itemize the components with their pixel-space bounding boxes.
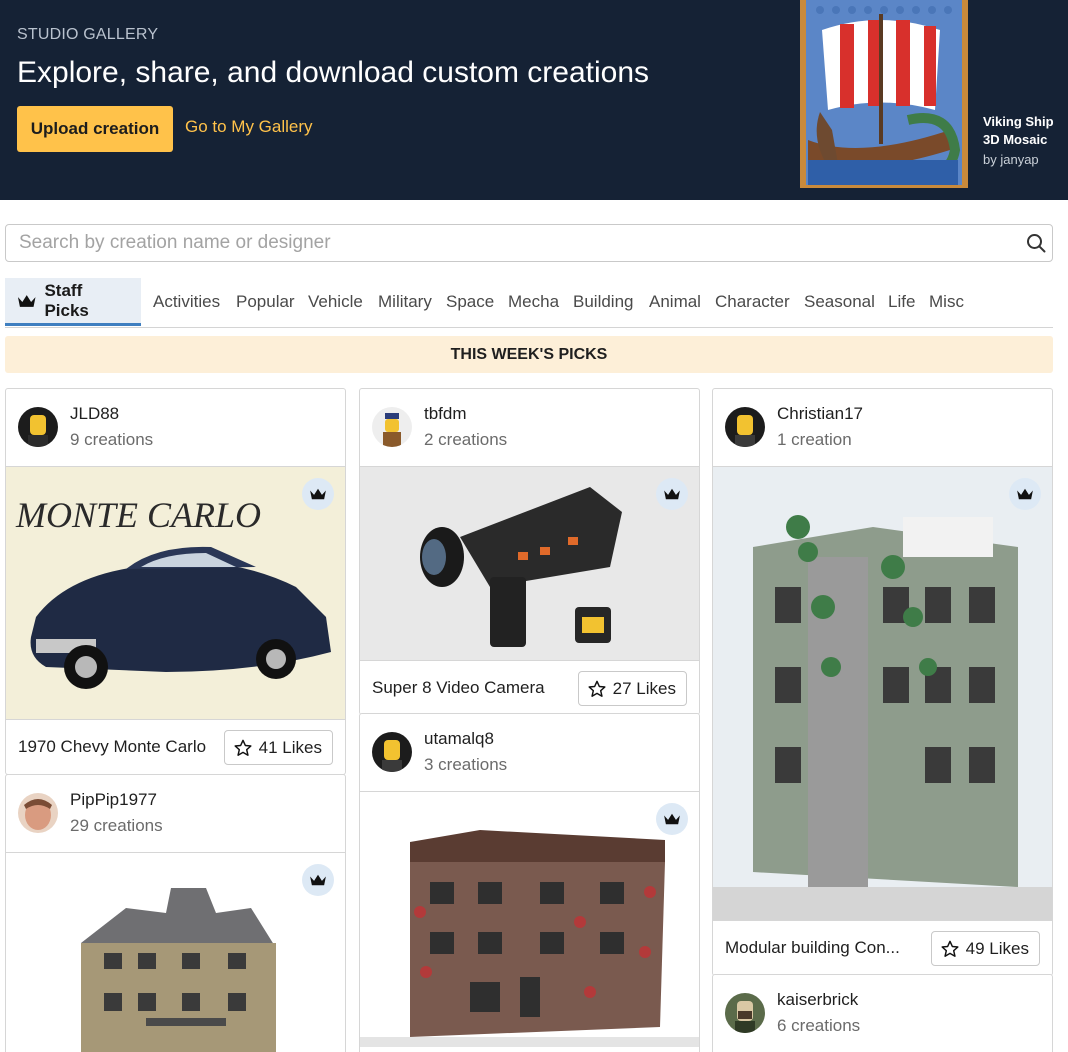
like-button[interactable]: 41 Likes <box>223 730 333 765</box>
tab-activities[interactable]: Activities <box>153 278 220 326</box>
card-footer: Modular building Con... 49 Likes <box>713 920 1052 975</box>
weekly-picks-banner: THIS WEEK'S PICKS <box>5 336 1053 373</box>
card-header[interactable]: PipPip1977 29 creations <box>6 775 345 853</box>
creation-image[interactable]: MONTE CARLO <box>6 467 345 719</box>
card-footer: Super 8 Video Camera 27 Likes <box>360 660 699 714</box>
card-header[interactable]: JLD88 9 creations <box>6 389 345 467</box>
tab-popular[interactable]: Popular <box>236 278 295 326</box>
designer-name[interactable]: PipPip1977 <box>70 790 157 810</box>
house-illustration <box>6 853 345 1052</box>
camera-illustration <box>360 467 699 660</box>
modular-building-illustration <box>713 467 1052 920</box>
crown-icon <box>310 488 326 500</box>
designer-avatar[interactable] <box>18 407 58 447</box>
image-logo-text: MONTE CARLO <box>15 495 261 535</box>
hero-banner: STUDIO GALLERY Explore, share, and downl… <box>0 0 1068 200</box>
tab-misc[interactable]: Misc <box>929 278 964 326</box>
creation-count: 3 creations <box>424 755 508 774</box>
creation-count: 6 creations <box>777 1016 861 1035</box>
card-footer: 1970 Chevy Monte Carlo 41 Likes <box>6 719 345 774</box>
tab-animal[interactable]: Animal <box>649 278 701 326</box>
designer-avatar[interactable] <box>372 407 412 447</box>
designer-name[interactable]: JLD88 <box>70 404 119 424</box>
star-icon <box>588 680 606 697</box>
designer-name[interactable]: tbfdm <box>424 404 467 424</box>
creation-card: kaiserbrick 6 creations <box>712 974 1053 1052</box>
tab-space[interactable]: Space <box>446 278 494 326</box>
designer-name[interactable]: utamalq8 <box>424 729 494 749</box>
creation-image[interactable] <box>713 467 1052 920</box>
tab-military[interactable]: Military <box>378 278 432 326</box>
card-header[interactable]: tbfdm 2 creations <box>360 389 699 467</box>
creation-count: 9 creations <box>70 430 154 449</box>
creation-card: utamalq8 3 creations <box>359 713 700 1052</box>
featured-creation-title[interactable]: Viking Ship 3D Mosaic <box>983 113 1063 149</box>
staff-pick-badge <box>1009 478 1041 510</box>
creation-image[interactable] <box>360 467 699 660</box>
staff-pick-badge <box>656 478 688 510</box>
card-header[interactable]: Christian17 1 creation <box>713 389 1052 467</box>
star-icon <box>941 940 959 957</box>
creation-title[interactable]: 1970 Chevy Monte Carlo <box>18 737 206 757</box>
creation-card: JLD88 9 creations MONTE CARLO 1970 Chevy… <box>5 388 346 775</box>
hero-eyebrow: STUDIO GALLERY <box>17 26 159 43</box>
crown-icon <box>1017 488 1033 500</box>
crown-icon <box>664 488 680 500</box>
like-count: 41 Likes <box>258 737 322 757</box>
staff-pick-badge <box>302 478 334 510</box>
crown-icon <box>664 813 680 825</box>
search-input[interactable] <box>6 232 996 254</box>
like-count: 49 Likes <box>965 938 1029 958</box>
tab-vehicle[interactable]: Vehicle <box>308 278 363 326</box>
like-count: 27 Likes <box>612 678 676 698</box>
like-button[interactable]: 49 Likes <box>930 931 1040 966</box>
tab-life[interactable]: Life <box>888 278 915 326</box>
designer-avatar[interactable] <box>18 793 58 833</box>
building-illustration <box>360 792 699 1047</box>
tab-building[interactable]: Building <box>573 278 634 326</box>
creation-title[interactable]: Modular building Con... <box>725 938 900 958</box>
designer-avatar[interactable] <box>725 993 765 1033</box>
featured-creation-author[interactable]: by janyap <box>983 152 1039 167</box>
like-button[interactable]: 27 Likes <box>577 671 687 706</box>
tab-mecha[interactable]: Mecha <box>508 278 559 326</box>
creation-card: PipPip1977 29 creations <box>5 774 346 1052</box>
search-icon[interactable] <box>1026 233 1046 253</box>
creation-title[interactable]: Super 8 Video Camera <box>372 678 545 698</box>
tab-label: Staff Picks <box>44 280 89 320</box>
category-tabs: Staff Picks Activities Popular Vehicle M… <box>5 278 1053 328</box>
creation-count: 29 creations <box>70 816 163 835</box>
upload-creation-button[interactable]: Upload creation <box>17 106 173 152</box>
designer-avatar[interactable] <box>372 732 412 772</box>
card-header[interactable]: utamalq8 3 creations <box>360 714 699 792</box>
creation-card: Christian17 1 creation Modular building … <box>712 388 1053 976</box>
designer-name[interactable]: Christian17 <box>777 404 863 424</box>
crown-icon <box>310 874 326 886</box>
creation-card: tbfdm 2 creations Super 8 Video Camera 2… <box>359 388 700 715</box>
search-bar <box>5 224 1053 262</box>
car-illustration: MONTE CARLO <box>6 467 345 719</box>
hero-title: Explore, share, and download custom crea… <box>17 56 650 89</box>
crown-icon <box>17 294 36 307</box>
featured-creation-image[interactable] <box>800 0 968 188</box>
creation-count: 1 creation <box>777 430 852 449</box>
tab-character[interactable]: Character <box>715 278 790 326</box>
designer-avatar[interactable] <box>725 407 765 447</box>
creation-image[interactable] <box>360 792 699 1047</box>
staff-pick-badge <box>656 803 688 835</box>
creation-image[interactable] <box>6 853 345 1052</box>
creation-count: 2 creations <box>424 430 508 449</box>
tab-seasonal[interactable]: Seasonal <box>804 278 875 326</box>
star-icon <box>234 739 252 756</box>
tab-staff-picks[interactable]: Staff Picks <box>5 278 141 326</box>
my-gallery-link[interactable]: Go to My Gallery <box>185 117 313 137</box>
staff-pick-badge <box>302 864 334 896</box>
designer-name[interactable]: kaiserbrick <box>777 990 858 1010</box>
card-header[interactable]: kaiserbrick 6 creations <box>713 975 1052 1052</box>
